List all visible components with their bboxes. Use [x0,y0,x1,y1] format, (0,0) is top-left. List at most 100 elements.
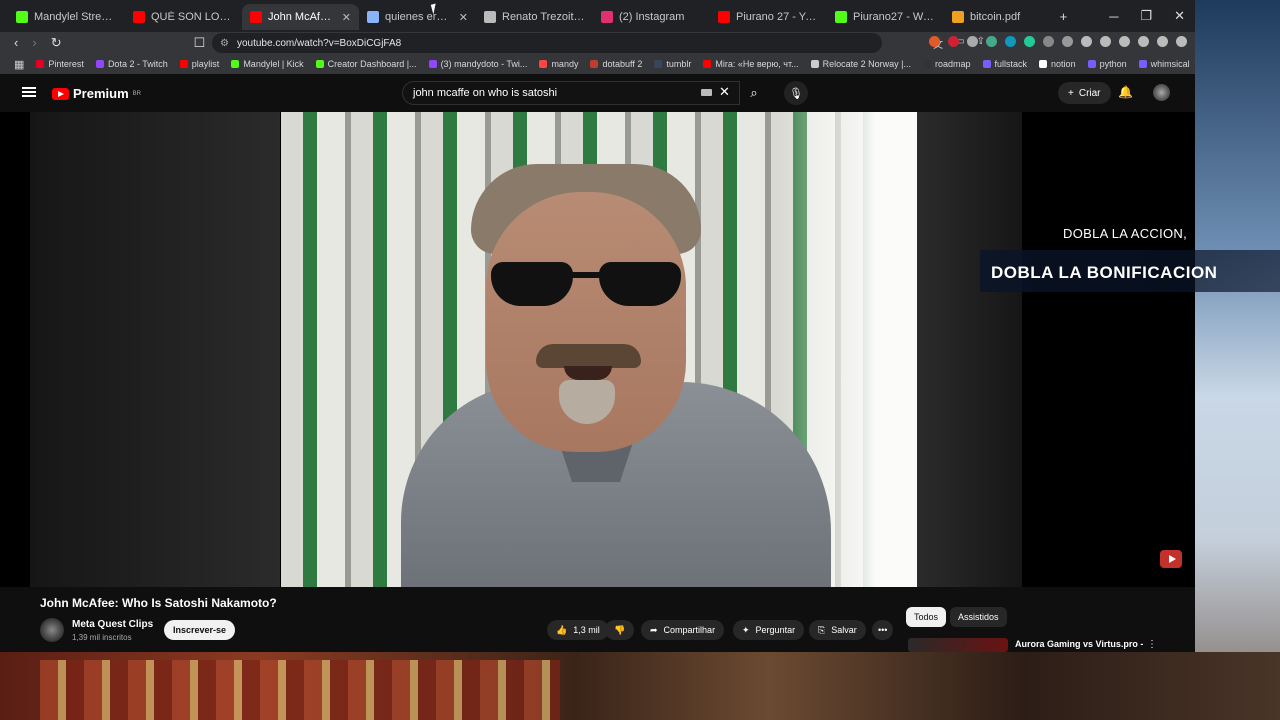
youtube-watermark-icon[interactable] [1160,550,1182,568]
bookmark-item[interactable]: Dota 2 - Twitch [95,59,168,69]
apps-icon[interactable]: ▦ [14,58,24,71]
bookmark-label: fullstack [994,59,1028,69]
extensions-bar [929,36,1187,47]
back-icon[interactable]: ‹ [14,35,18,51]
sidebar-icon[interactable] [1119,36,1130,47]
chip-all[interactable]: Todos [906,607,947,627]
profile-icon[interactable] [1157,36,1168,47]
bookmark-label: dotabuff 2 [602,59,643,69]
bookmark-label: playlist [191,59,220,69]
screenshot-icon[interactable] [1100,36,1111,47]
hamburger-menu-icon[interactable] [22,87,36,97]
bookmark-item[interactable]: python [1087,59,1127,69]
bookmark-item[interactable]: tumblr [654,59,691,69]
sunglasses-right-lens [599,262,681,306]
close-tab-icon[interactable]: ✕ [342,11,351,24]
bookmark-item[interactable]: notion [1039,59,1076,69]
video-frame[interactable] [281,112,917,587]
recommended-title[interactable]: Aurora Gaming vs Virtus.pro - [1015,639,1143,649]
menu-icon[interactable] [1176,36,1187,47]
browser-tab[interactable]: QUÉ SON LOS BITCOINS ¡ [125,4,242,30]
thumbs-down-icon: 👎 [614,624,626,635]
tab-favicon-icon [250,11,262,23]
bookmark-favicon-icon [982,60,991,68]
site-info-icon[interactable]: ⚙ [220,38,229,49]
bookmark-item[interactable]: Creator Dashboard |... [315,59,417,69]
video-player[interactable] [0,112,1195,587]
music-icon[interactable] [1081,36,1092,47]
bookmark-item[interactable]: fullstack [982,59,1028,69]
recommended-menu-icon[interactable]: ⋮ [1147,639,1157,650]
forward-icon[interactable]: › [32,35,36,51]
tab-search-icon[interactable] [1138,36,1149,47]
channel-avatar[interactable] [40,618,64,642]
browser-tab[interactable]: (2) Instagram [593,4,710,30]
account-avatar[interactable] [1153,84,1170,101]
voice-search-button[interactable]: 🎙 [784,81,808,105]
nav-buttons: ‹ › ↻ ☐ [0,35,210,51]
close-window-icon[interactable]: ✕ [1174,8,1185,24]
keyboard-icon[interactable] [701,89,712,96]
extension-icon[interactable] [929,36,940,47]
bookmark-label: Creator Dashboard |... [327,59,417,69]
bookmark-item[interactable]: Mira: «Не верю, чт... [703,59,799,69]
browser-tab[interactable]: Piurano 27 - YouTube [710,4,827,30]
bookmark-favicon-icon [539,60,548,68]
share-button[interactable]: ➦ Compartilhar [641,620,725,640]
bookmark-label: Relocate 2 Norway |... [822,59,911,69]
share-arrow-icon: ➦ [650,624,658,635]
clear-search-icon[interactable]: ✕ [719,84,730,100]
youtube-logo[interactable]: Premium BR [52,86,141,101]
url-field[interactable]: ⚙ youtube.com/watch?v=BoxDiCGjFA8 [212,33,882,53]
bookmark-star-icon[interactable]: ☐ [194,35,206,51]
browser-tab[interactable]: bitcoin.pdf [944,4,1061,30]
desktop-background-snow-scene [1195,0,1280,720]
browser-tab[interactable]: Renato Trezoitão Brasil [476,4,593,30]
create-button[interactable]: + Criar [1058,82,1111,104]
browser-tab[interactable]: John McAfee: Who ✕ [242,4,359,30]
dislike-button[interactable]: 👎 [605,620,635,640]
extension-icon[interactable] [1062,36,1073,47]
url-text: youtube.com/watch?v=BoxDiCGjFA8 [236,37,402,49]
extension-icon[interactable] [1043,36,1054,47]
bookmark-item[interactable]: Pinterest [36,59,84,69]
video-title: John McAfee: Who Is Satoshi Nakamoto? [40,596,277,610]
browser-tab[interactable]: Mandylel Stream - Watch [8,4,125,30]
bookmark-item[interactable]: playlist [179,59,220,69]
restore-icon[interactable]: ❐ [1140,8,1152,24]
sunglasses-left-lens [491,262,573,306]
save-button[interactable]: ⎘ Salvar [809,620,866,640]
minimize-icon[interactable]: ─ [1109,9,1118,24]
extension-icon[interactable] [967,36,978,47]
like-button[interactable]: 👍 1,3 mil [547,620,609,640]
reload-icon[interactable]: ↻ [51,35,62,51]
bookmark-item[interactable]: dotabuff 2 [590,59,642,69]
bookmark-item[interactable]: mandy [539,59,578,69]
bookmark-item[interactable]: (3) mandydoto - Twi... [428,59,527,69]
like-count: 1,3 mil [573,625,600,635]
recommended-thumbnail[interactable] [908,638,1008,652]
bookmark-favicon-icon [179,60,188,68]
browser-tab[interactable]: Piurano27 - Watch the V [827,4,944,30]
browser-tab[interactable]: quienes eran las perso ✕ [359,4,476,30]
bookmark-item[interactable]: Relocate 2 Norway |... [810,59,911,69]
bookmark-item[interactable]: whimsical [1138,59,1190,69]
bookmark-item[interactable]: Mandylel | Kick [231,59,304,69]
new-tab-icon[interactable]: + [1060,9,1068,24]
close-tab-icon[interactable]: ✕ [459,11,468,24]
search-input[interactable]: john mcaffe on who is satoshi [402,81,740,105]
chip-watched[interactable]: Assistidos [950,607,1007,627]
extension-icon[interactable] [948,36,959,47]
bookmark-label: whimsical [1150,59,1190,69]
subscribe-button[interactable]: Inscrever-se [164,620,236,640]
ask-button[interactable]: ✦ Perguntar [733,620,805,640]
extension-icon[interactable] [986,36,997,47]
notifications-bell-icon[interactable]: 🔔 [1118,85,1133,99]
more-actions-button[interactable]: ••• [872,620,894,640]
channel-name[interactable]: Meta Quest Clips [72,619,153,630]
extension-icon[interactable] [1005,36,1016,47]
search-button[interactable]: ⌕ [740,81,768,105]
bookmark-item[interactable]: roadmap [923,59,971,69]
extension-icon[interactable] [1024,36,1035,47]
bookmark-favicon-icon [654,60,663,68]
